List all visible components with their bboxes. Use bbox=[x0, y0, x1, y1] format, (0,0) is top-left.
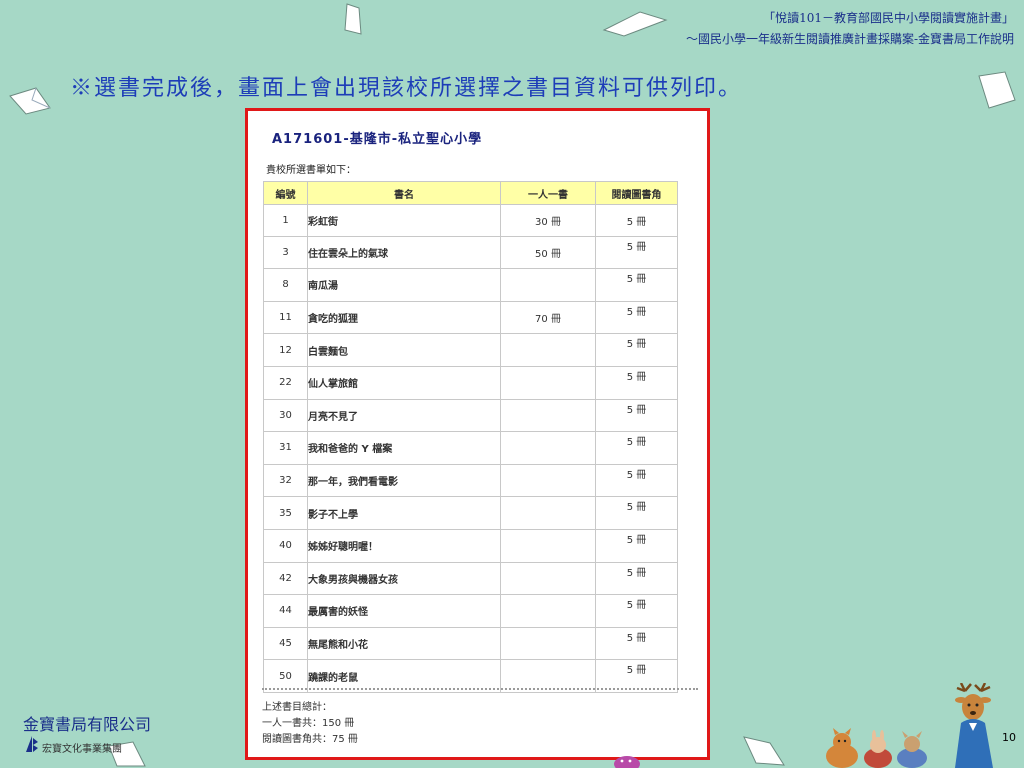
book-number: 12 bbox=[263, 333, 308, 367]
reading-corner-qty: 5 冊 bbox=[595, 300, 678, 335]
book-number: 1 bbox=[263, 204, 308, 237]
reading-corner-qty: 5 冊 bbox=[595, 204, 678, 237]
table-row: 3 住在雲朵上的氣球 50 冊5 冊 bbox=[263, 235, 678, 270]
one-per-child-qty bbox=[500, 398, 596, 433]
book-number: 35 bbox=[263, 496, 308, 530]
reading-corner-qty: 5 冊 bbox=[595, 496, 678, 530]
book-number: 45 bbox=[263, 626, 308, 661]
column-header-reading-corner: 閱讀圖書角 bbox=[595, 181, 678, 205]
one-per-child-qty: 70 冊 bbox=[500, 300, 596, 335]
table-row: 35 影子不上學 5 冊 bbox=[263, 496, 678, 530]
animals-illustration-icon bbox=[826, 728, 927, 768]
one-per-child-qty bbox=[500, 561, 596, 596]
company-logo-icon bbox=[26, 736, 38, 752]
reading-corner-qty: 5 冊 bbox=[595, 235, 678, 270]
book-number: 30 bbox=[263, 398, 308, 433]
one-per-child-qty bbox=[500, 431, 596, 465]
one-per-child-qty: 30 冊 bbox=[500, 204, 596, 237]
one-per-child-qty bbox=[500, 528, 596, 563]
one-per-child-qty bbox=[500, 333, 596, 367]
header-project-subtitle: ～國民小學一年級新生閱讀推廣計畫採購案-金寶書局工作說明 bbox=[685, 32, 1014, 46]
deer-illustration-icon bbox=[955, 683, 993, 768]
one-per-child-qty bbox=[500, 365, 596, 400]
column-header-title: 書名 bbox=[307, 181, 501, 205]
reading-corner-qty: 5 冊 bbox=[595, 463, 678, 498]
school-title: A171601-基隆市-私立聖心小學 bbox=[272, 132, 483, 147]
summary-reading-corner-total: 閱讀圖書角共：75 冊 bbox=[262, 734, 358, 745]
reading-corner-qty: 5 冊 bbox=[595, 365, 678, 400]
table-row: 44 最厲害的妖怪 5 冊 bbox=[263, 594, 678, 628]
flying-paper-icon bbox=[743, 736, 785, 766]
list-subtitle: 貴校所選書單如下： bbox=[266, 165, 356, 176]
table-row: 32 那一年，我們看電影 5 冊 bbox=[263, 463, 678, 498]
one-per-child-qty bbox=[500, 463, 596, 498]
book-number: 32 bbox=[263, 463, 308, 498]
purple-character-icon bbox=[614, 756, 640, 768]
column-header-one-per-child: 一人一書 bbox=[500, 181, 596, 205]
table-row: 8 南瓜湯 5 冊 bbox=[263, 268, 678, 302]
table-row: 40 姊姊好聰明喔！ 5 冊 bbox=[263, 528, 678, 563]
book-title: 我和爸爸的 Y 檔案 bbox=[307, 431, 501, 465]
book-number: 11 bbox=[263, 300, 308, 335]
one-per-child-qty: 50 冊 bbox=[500, 235, 596, 270]
book-title: 月亮不見了 bbox=[307, 398, 501, 433]
book-title: 最厲害的妖怪 bbox=[307, 594, 501, 628]
table-row: 30 月亮不見了 5 冊 bbox=[263, 398, 678, 433]
book-number: 42 bbox=[263, 561, 308, 596]
header-project-title: 「悅讀101－教育部國民中小學閱讀實施計畫」 bbox=[763, 11, 1014, 25]
company-name: 金寶書局有限公司 bbox=[23, 715, 152, 734]
reading-corner-qty: 5 冊 bbox=[595, 528, 678, 563]
table-row: 22 仙人掌旅館 5 冊 bbox=[263, 365, 678, 400]
book-title: 貪吃的狐狸 bbox=[307, 300, 501, 335]
reading-corner-qty: 5 冊 bbox=[595, 333, 678, 367]
flying-paper-icon bbox=[602, 11, 668, 37]
reading-corner-qty: 5 冊 bbox=[595, 626, 678, 661]
book-number: 44 bbox=[263, 594, 308, 628]
one-per-child-qty bbox=[500, 626, 596, 661]
reading-corner-qty: 5 冊 bbox=[595, 398, 678, 433]
reading-corner-qty: 5 冊 bbox=[595, 561, 678, 596]
reading-corner-qty: 5 冊 bbox=[595, 594, 678, 628]
table-row: 45 無尾熊和小花 5 冊 bbox=[263, 626, 678, 661]
book-number: 8 bbox=[263, 268, 308, 302]
book-list-table: 編號 書名 一人一書 閱讀圖書角 1 彩虹街 30 冊5 冊 3 住在雲朵上的氣球 50 … bbox=[263, 181, 678, 693]
book-title: 影子不上學 bbox=[307, 496, 501, 530]
reading-corner-qty: 5 冊 bbox=[595, 268, 678, 302]
book-title: 白雲麵包 bbox=[307, 333, 501, 367]
table-row: 12 白雲麵包 5 冊 bbox=[263, 333, 678, 367]
flying-paper-icon bbox=[9, 87, 51, 115]
column-header-number: 編號 bbox=[263, 181, 308, 205]
book-number: 22 bbox=[263, 365, 308, 400]
book-title: 住在雲朵上的氣球 bbox=[307, 235, 501, 270]
group-name: 宏寶文化事業集團 bbox=[42, 744, 122, 755]
table-header-row: 編號 書名 一人一書 閱讀圖書角 bbox=[263, 181, 678, 205]
book-number: 40 bbox=[263, 528, 308, 563]
book-title: 大象男孩與機器女孩 bbox=[307, 561, 501, 596]
book-title: 南瓜湯 bbox=[307, 268, 501, 302]
one-per-child-qty bbox=[500, 594, 596, 628]
summary-label: 上述書目總計： bbox=[262, 702, 332, 713]
book-title: 姊姊好聰明喔！ bbox=[307, 528, 501, 563]
book-number: 3 bbox=[263, 235, 308, 270]
book-title: 彩虹街 bbox=[307, 204, 501, 237]
table-row: 1 彩虹街 30 冊5 冊 bbox=[263, 204, 678, 237]
book-title: 那一年，我們看電影 bbox=[307, 463, 501, 498]
table-row: 11 貪吃的狐狸 70 冊5 冊 bbox=[263, 300, 678, 335]
summary-one-per-child-total: 一人一書共：150 冊 bbox=[262, 718, 355, 729]
book-list-preview: A171601-基隆市-私立聖心小學 貴校所選書單如下： 編號 書名 一人一書 … bbox=[245, 108, 710, 760]
book-title: 仙人掌旅館 bbox=[307, 365, 501, 400]
flying-paper-icon bbox=[344, 3, 362, 35]
book-number: 31 bbox=[263, 431, 308, 465]
book-title: 無尾熊和小花 bbox=[307, 626, 501, 661]
instruction-heading: ※選書完成後，畫面上會出現該校所選擇之書目資料可供列印。 bbox=[70, 76, 743, 101]
reading-corner-qty: 5 冊 bbox=[595, 431, 678, 465]
one-per-child-qty bbox=[500, 268, 596, 302]
table-row: 42 大象男孩與機器女孩 5 冊 bbox=[263, 561, 678, 596]
one-per-child-qty bbox=[500, 496, 596, 530]
table-row: 31 我和爸爸的 Y 檔案 5 冊 bbox=[263, 431, 678, 465]
divider bbox=[262, 688, 698, 690]
flying-paper-icon bbox=[978, 71, 1016, 109]
